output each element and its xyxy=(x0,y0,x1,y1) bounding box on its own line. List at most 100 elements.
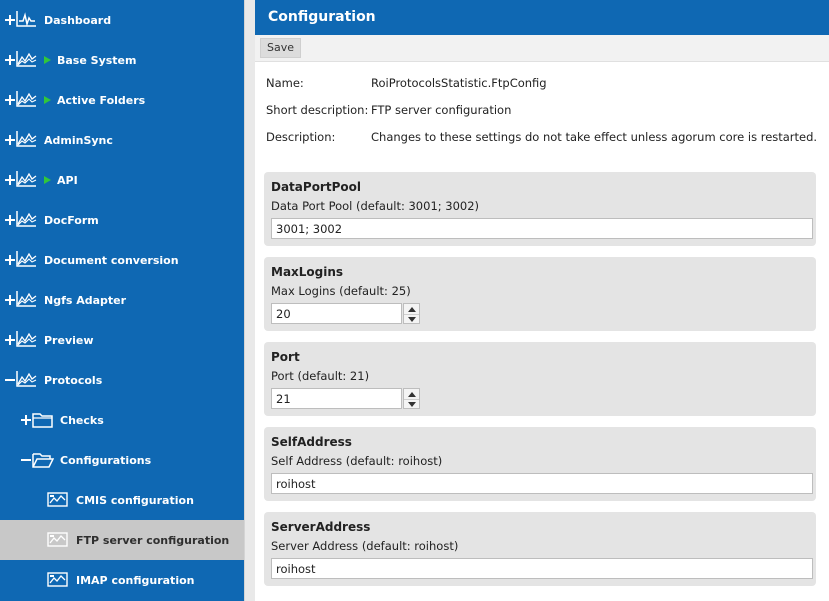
info-short-description-label: Short description: xyxy=(266,103,369,117)
info-name-label: Name: xyxy=(266,76,304,90)
sidebar-item-label: FTP server configuration xyxy=(76,533,230,547)
sidebar-item-active-folders[interactable]: Active Folders xyxy=(0,80,244,120)
sidebar-item-dashboard[interactable]: Dashboard xyxy=(0,0,244,40)
serveraddress-input[interactable] xyxy=(271,558,813,579)
setting-title: DataPortPool xyxy=(271,180,361,194)
toolbar: Save xyxy=(255,35,829,62)
info-short-description-value: FTP server configuration xyxy=(371,103,512,117)
expand-plus-icon[interactable] xyxy=(5,55,15,65)
info-name-value: RoiProtocolsStatistic.FtpConfig xyxy=(371,76,547,90)
sidebar-item-label: Document conversion xyxy=(44,253,179,267)
setting-panel-port: Port Port (default: 21) xyxy=(264,342,816,416)
setting-label: Data Port Pool (default: 3001; 3002) xyxy=(271,199,480,213)
port-spinner xyxy=(403,388,420,409)
info-description-value: Changes to these settings do not take ef… xyxy=(371,130,818,144)
sidebar-item-label: API xyxy=(57,173,78,187)
config-icon xyxy=(47,532,68,547)
expand-plus-icon[interactable] xyxy=(21,415,31,425)
sidebar-item-ftp-server-configuration[interactable]: FTP server configuration xyxy=(0,520,244,560)
sidebar-item-docform[interactable]: DocForm xyxy=(0,200,244,240)
collapse-minus-icon[interactable] xyxy=(5,375,15,385)
main-panel: Configuration Save Name: RoiProtocolsSta… xyxy=(255,0,829,601)
chart-icon xyxy=(16,51,37,67)
expand-plus-icon[interactable] xyxy=(5,175,15,185)
expand-plus-icon[interactable] xyxy=(5,295,15,305)
expand-plus-icon[interactable] xyxy=(5,255,15,265)
maxlogins-input[interactable] xyxy=(271,303,402,324)
expand-plus-icon[interactable] xyxy=(5,15,15,25)
folder-icon xyxy=(32,413,53,428)
chart-icon xyxy=(16,211,37,227)
setting-label: Server Address (default: roihost) xyxy=(271,539,459,553)
sidebar-item-label: Base System xyxy=(57,53,137,67)
sidebar-item-label: CMIS configuration xyxy=(76,493,194,507)
sidebar: Dashboard Base System Active Folders Adm… xyxy=(0,0,244,601)
expand-plus-icon[interactable] xyxy=(5,335,15,345)
sidebar-item-configurations[interactable]: Configurations xyxy=(0,440,244,480)
sidebar-item-label: Ngfs Adapter xyxy=(44,293,127,307)
active-marker-icon xyxy=(44,175,51,184)
spin-down-button[interactable] xyxy=(404,314,419,324)
dataportpool-input[interactable] xyxy=(271,218,813,239)
sidebar-item-label: DocForm xyxy=(44,213,99,227)
sidebar-item-label: Configurations xyxy=(60,453,152,467)
sidebar-item-api[interactable]: API xyxy=(0,160,244,200)
setting-title: ServerAddress xyxy=(271,520,371,534)
sidebar-item-label: Preview xyxy=(44,333,94,347)
sidebar-item-label: IMAP configuration xyxy=(76,573,195,587)
sidebar-item-ngfs-adapter[interactable]: Ngfs Adapter xyxy=(0,280,244,320)
config-icon xyxy=(47,492,68,507)
setting-label: Self Address (default: roihost) xyxy=(271,454,443,468)
sidebar-item-base-system[interactable]: Base System xyxy=(0,40,244,80)
arrow-down-icon xyxy=(407,316,416,322)
setting-title: MaxLogins xyxy=(271,265,344,279)
folder-open-icon xyxy=(32,453,54,468)
setting-panel-serveraddress: ServerAddress Server Address (default: r… xyxy=(264,512,816,586)
sidebar-item-label: Dashboard xyxy=(44,13,112,27)
chart-icon xyxy=(16,371,37,387)
page-title: Configuration xyxy=(255,0,829,35)
sidebar-item-document-conversion[interactable]: Document conversion xyxy=(0,240,244,280)
sidebar-item-adminsync[interactable]: AdminSync xyxy=(0,120,244,160)
chart-icon xyxy=(16,91,37,107)
arrow-up-icon xyxy=(407,306,416,312)
sidebar-item-label: AdminSync xyxy=(44,133,113,147)
collapse-minus-icon[interactable] xyxy=(21,455,31,465)
chart-icon xyxy=(16,171,37,187)
chart-icon xyxy=(16,251,37,267)
chart-icon xyxy=(16,331,37,347)
setting-label: Max Logins (default: 25) xyxy=(271,284,411,298)
port-input[interactable] xyxy=(271,388,402,409)
arrow-down-icon xyxy=(407,401,416,407)
selfaddress-input[interactable] xyxy=(271,473,813,494)
sidebar-item-protocols[interactable]: Protocols xyxy=(0,360,244,400)
sidebar-item-label: Active Folders xyxy=(57,93,146,107)
active-marker-icon xyxy=(44,95,51,104)
sidebar-resize-handle[interactable] xyxy=(244,0,255,601)
maxlogins-spinner xyxy=(403,303,420,324)
sidebar-item-label: Protocols xyxy=(44,373,103,387)
chart-icon xyxy=(16,131,37,147)
sidebar-item-label: Checks xyxy=(60,413,104,427)
expand-plus-icon[interactable] xyxy=(5,95,15,105)
config-icon xyxy=(47,572,68,587)
setting-title: Port xyxy=(271,350,300,364)
save-button[interactable]: Save xyxy=(260,38,302,58)
spin-down-button[interactable] xyxy=(404,399,419,409)
sidebar-item-cmis-configuration[interactable]: CMIS configuration xyxy=(0,480,244,520)
sidebar-item-preview[interactable]: Preview xyxy=(0,320,244,360)
setting-panel-dataportpool: DataPortPool Data Port Pool (default: 30… xyxy=(264,172,816,246)
setting-title: SelfAddress xyxy=(271,435,352,449)
expand-plus-icon[interactable] xyxy=(5,215,15,225)
chart-icon xyxy=(16,291,37,307)
setting-panel-maxlogins: MaxLogins Max Logins (default: 25) xyxy=(264,257,816,331)
setting-panel-selfaddress: SelfAddress Self Address (default: roiho… xyxy=(264,427,816,501)
sidebar-item-imap-configuration[interactable]: IMAP configuration xyxy=(0,560,244,600)
info-description-label: Description: xyxy=(266,130,336,144)
expand-plus-icon[interactable] xyxy=(5,135,15,145)
active-marker-icon xyxy=(44,55,51,64)
arrow-up-icon xyxy=(407,391,416,397)
dashboard-icon xyxy=(16,11,36,27)
sidebar-item-checks[interactable]: Checks xyxy=(0,400,244,440)
setting-label: Port (default: 21) xyxy=(271,369,370,383)
